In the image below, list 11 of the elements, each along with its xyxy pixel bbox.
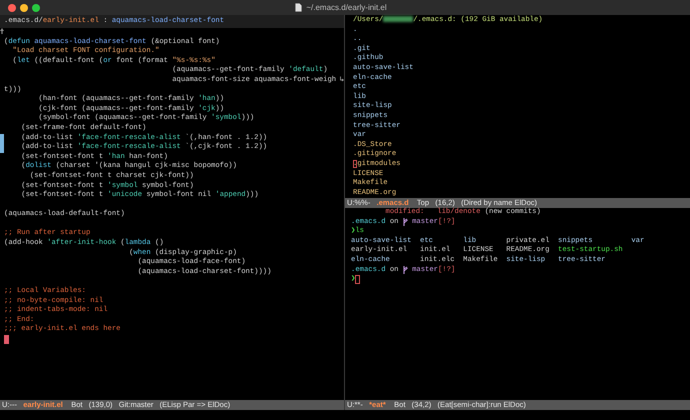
zoom-button[interactable] [32,4,40,12]
minimize-button[interactable] [20,4,28,12]
text-cursor [4,335,9,344]
branch-icon [402,218,408,226]
document-icon [295,3,302,12]
window-title: ~/.emacs.d/early-init.el [306,2,387,14]
fringe-arrow-icon [0,28,4,34]
branch-icon [402,266,408,274]
close-button[interactable] [8,4,16,12]
text-cursor [355,275,360,284]
redacted-username [383,16,414,22]
